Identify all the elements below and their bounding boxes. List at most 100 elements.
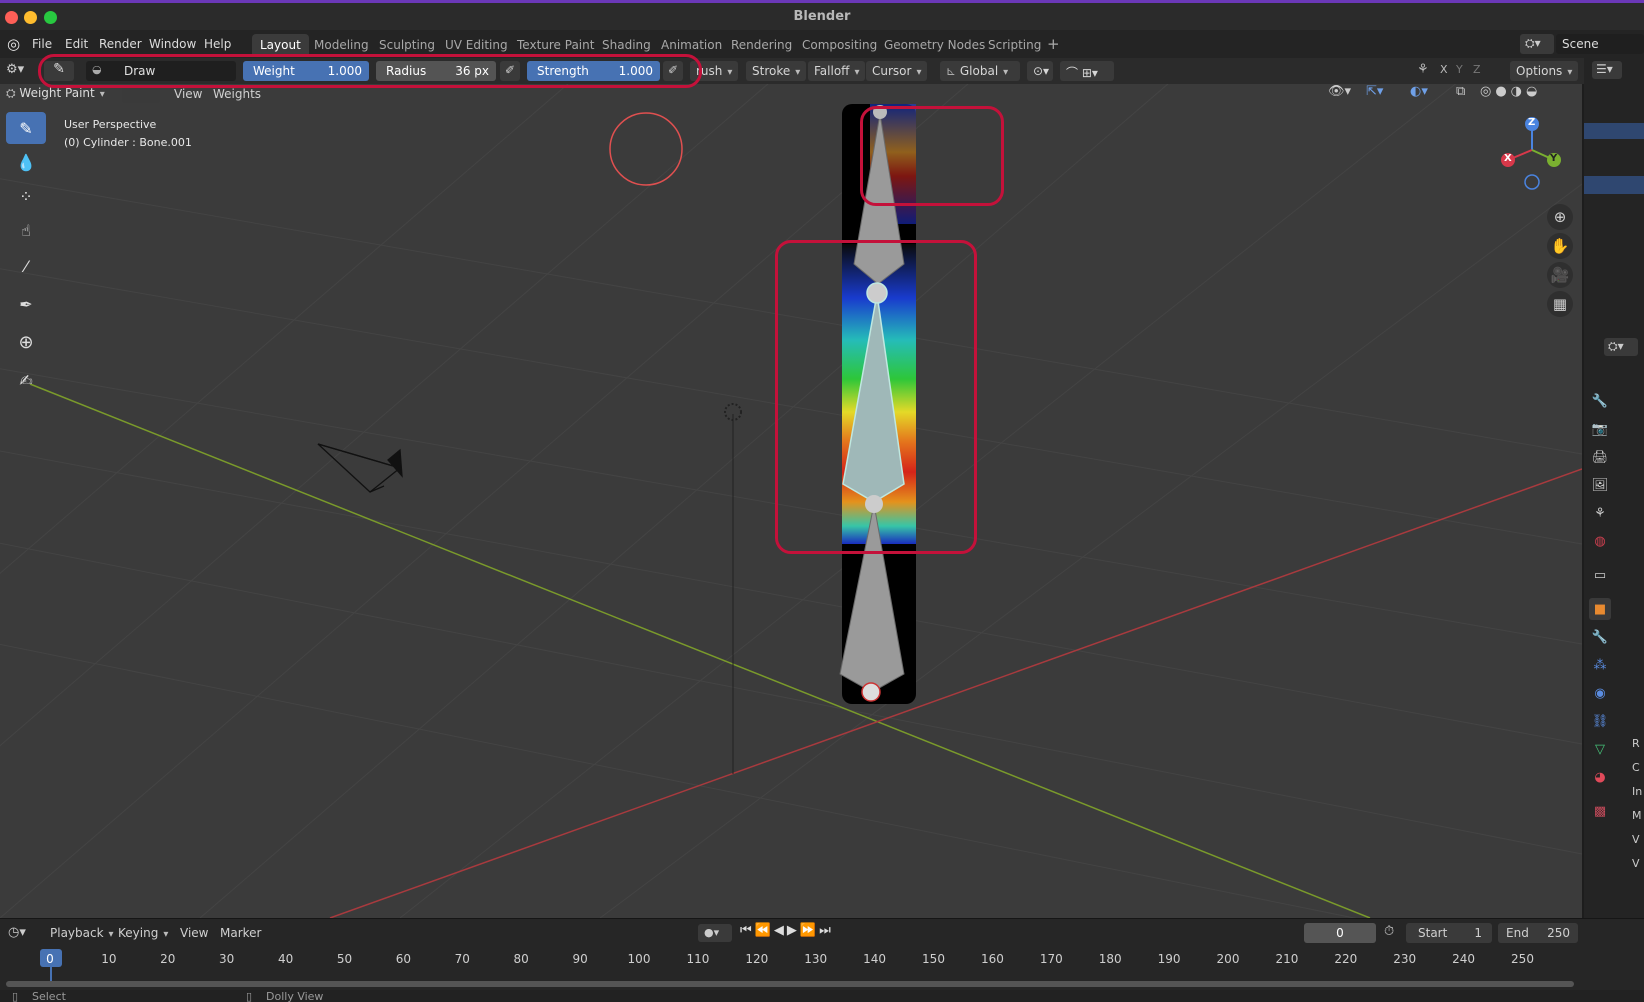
- cursor-tool-icon[interactable]: ⊕: [6, 326, 46, 358]
- tab-layout[interactable]: Layout: [252, 34, 309, 56]
- status-bar: ▯ Select ▯ Dolly View: [0, 990, 1644, 1002]
- ruler-frame-label: 250: [1511, 952, 1534, 966]
- weight-paint-mode-icon: ⛭: [6, 86, 20, 100]
- constraint-properties-icon[interactable]: ⛓: [1589, 710, 1611, 732]
- panel-letter-6: V: [1632, 857, 1640, 870]
- stroke-menu[interactable]: Stroke: [746, 61, 807, 81]
- tool-properties-icon[interactable]: 🔧: [1589, 390, 1611, 412]
- shading-mode-icons[interactable]: ◎●◑◒: [1480, 84, 1566, 104]
- blur-tool-icon[interactable]: 💧: [6, 146, 46, 178]
- ruler-frame-label: 150: [922, 952, 945, 966]
- ruler-frame-label: 140: [863, 952, 887, 966]
- object-properties-icon[interactable]: ■: [1589, 598, 1611, 620]
- menu-help[interactable]: Help: [204, 37, 231, 51]
- camera-view-icon[interactable]: 🎥: [1547, 262, 1573, 288]
- menu-render[interactable]: Render: [99, 37, 142, 51]
- scene-properties-icon[interactable]: ⚘: [1589, 502, 1611, 524]
- render-properties-icon[interactable]: 📷: [1589, 418, 1611, 440]
- tab-uv-editing[interactable]: UV Editing: [437, 34, 516, 56]
- particles-properties-icon[interactable]: ⁂: [1589, 654, 1611, 676]
- material-properties-icon[interactable]: ◕: [1589, 766, 1611, 788]
- highlight-middle-region: [775, 240, 977, 554]
- 3d-viewport[interactable]: ⛭ Weight Paint View Weights 👁▾ ⇱▾ ◐▾ ⧉ ◎…: [0, 84, 1582, 918]
- ruler-frame-label: 180: [1098, 952, 1122, 966]
- gizmo-toggle-icon[interactable]: ⇱▾: [1366, 84, 1383, 99]
- outliner-active-row[interactable]: [1584, 176, 1644, 194]
- mirror-icon[interactable]: ⚘: [1417, 62, 1429, 77]
- pan-hand-icon[interactable]: ✋: [1547, 233, 1573, 259]
- tab-shading[interactable]: Shading: [594, 34, 659, 56]
- gizmo-y-label: Y: [1550, 153, 1558, 164]
- tab-compositing[interactable]: Compositing: [794, 34, 885, 56]
- tab-geometry-nodes[interactable]: Geometry Nodes: [876, 34, 993, 56]
- annotate-tool-icon[interactable]: ✍: [6, 364, 46, 396]
- editor-type-icon[interactable]: ⚙▾: [6, 62, 34, 80]
- ruler-frame-label: 130: [804, 952, 828, 966]
- snap-icon[interactable]: ⌒ ⊞▾: [1060, 61, 1114, 81]
- brush-cursor-circle: [609, 112, 683, 186]
- blender-logo-icon[interactable]: ◎: [7, 35, 20, 53]
- visibility-icon[interactable]: 👁▾: [1328, 84, 1351, 99]
- scene-selector-icon[interactable]: ⛭▾: [1520, 34, 1554, 54]
- orientation-icon: ⊾: [946, 64, 960, 78]
- tab-scripting[interactable]: Scripting: [980, 34, 1049, 56]
- tab-rendering[interactable]: Rendering: [723, 34, 800, 56]
- average-tool-icon[interactable]: ⁘: [6, 180, 46, 212]
- outliner-editor-icon[interactable]: ☰▾: [1592, 61, 1622, 79]
- ruler-frame-label: 80: [513, 952, 529, 966]
- gradient-tool-icon[interactable]: ⁄: [6, 250, 46, 282]
- orientation-dropdown[interactable]: ⊾ Global: [940, 61, 1020, 81]
- mirror-y-toggle[interactable]: Y: [1456, 63, 1463, 76]
- texture-properties-icon[interactable]: ▩: [1589, 800, 1611, 822]
- highlight-toolbar-region: [38, 54, 702, 88]
- ruler-frame-label: 120: [745, 952, 769, 966]
- highlight-top-region: [860, 106, 1004, 206]
- menu-file[interactable]: File: [32, 37, 52, 51]
- world-properties-icon[interactable]: ◍: [1589, 530, 1611, 552]
- cursor-menu[interactable]: Cursor: [866, 61, 928, 81]
- physics-properties-icon[interactable]: ◉: [1589, 682, 1611, 704]
- xray-toggle-icon[interactable]: ⧉: [1456, 84, 1465, 99]
- mouse-middle-icon: ▯: [246, 990, 253, 1002]
- output-properties-icon[interactable]: 🖨: [1589, 446, 1611, 468]
- tab-modeling[interactable]: Modeling: [306, 34, 377, 56]
- ruler-frame-label: 30: [219, 952, 235, 966]
- camera-object: [317, 443, 403, 493]
- modifier-properties-icon[interactable]: 🔧: [1589, 626, 1611, 648]
- tab-texture-paint[interactable]: Texture Paint: [509, 34, 602, 56]
- falloff-menu[interactable]: Falloff: [808, 61, 866, 81]
- ruler-frame-label: 60: [395, 952, 412, 966]
- panel-letter-3: In: [1632, 785, 1643, 798]
- object-info-label: (0) Cylinder : Bone.001: [64, 136, 192, 149]
- outliner-selected-row[interactable]: [1584, 123, 1644, 139]
- data-properties-icon[interactable]: ▽: [1589, 738, 1611, 760]
- mirror-x-toggle[interactable]: X: [1440, 63, 1448, 76]
- ortho-grid-icon[interactable]: ▦: [1547, 291, 1573, 317]
- view-layer-icon[interactable]: 🖼: [1589, 474, 1611, 496]
- options-menu[interactable]: Options: [1510, 61, 1579, 81]
- ruler-frame-label: 240: [1452, 952, 1476, 966]
- mirror-z-toggle[interactable]: Z: [1473, 63, 1481, 76]
- timeline: ◷▾ Playback Keying View Marker ●▾ ⏮⏪◀▶⏩⏭…: [0, 918, 1644, 990]
- sample-weight-tool-icon[interactable]: ✒: [6, 288, 46, 320]
- scene-name-field[interactable]: Scene: [1556, 34, 1644, 54]
- tab-animation[interactable]: Animation: [653, 34, 730, 56]
- smear-tool-icon[interactable]: ☝: [6, 214, 46, 246]
- ruler-frame-label: 0: [46, 952, 54, 966]
- pivot-icon[interactable]: ⊙▾: [1027, 61, 1053, 81]
- properties-editor-icon[interactable]: ⛭▾: [1604, 338, 1638, 356]
- collection-properties-icon[interactable]: ▭: [1589, 564, 1611, 586]
- menu-edit[interactable]: Edit: [65, 37, 88, 51]
- mode-selector[interactable]: ⛭ Weight Paint: [6, 86, 118, 104]
- add-workspace-icon[interactable]: +: [1047, 35, 1060, 53]
- weights-menu[interactable]: Weights: [213, 87, 261, 101]
- zoom-icon[interactable]: ⊕: [1547, 204, 1573, 230]
- tab-sculpting[interactable]: Sculpting: [371, 34, 443, 56]
- draw-tool-icon[interactable]: ✎: [6, 112, 46, 144]
- ruler-frame-label: 200: [1216, 952, 1240, 966]
- overlay-toggle-icon[interactable]: ◐▾: [1410, 84, 1428, 99]
- gizmo-x-label: X: [1504, 153, 1512, 164]
- timeline-scrollbar[interactable]: [6, 981, 1574, 987]
- view-menu[interactable]: View: [174, 87, 202, 101]
- menu-window[interactable]: Window: [149, 37, 196, 51]
